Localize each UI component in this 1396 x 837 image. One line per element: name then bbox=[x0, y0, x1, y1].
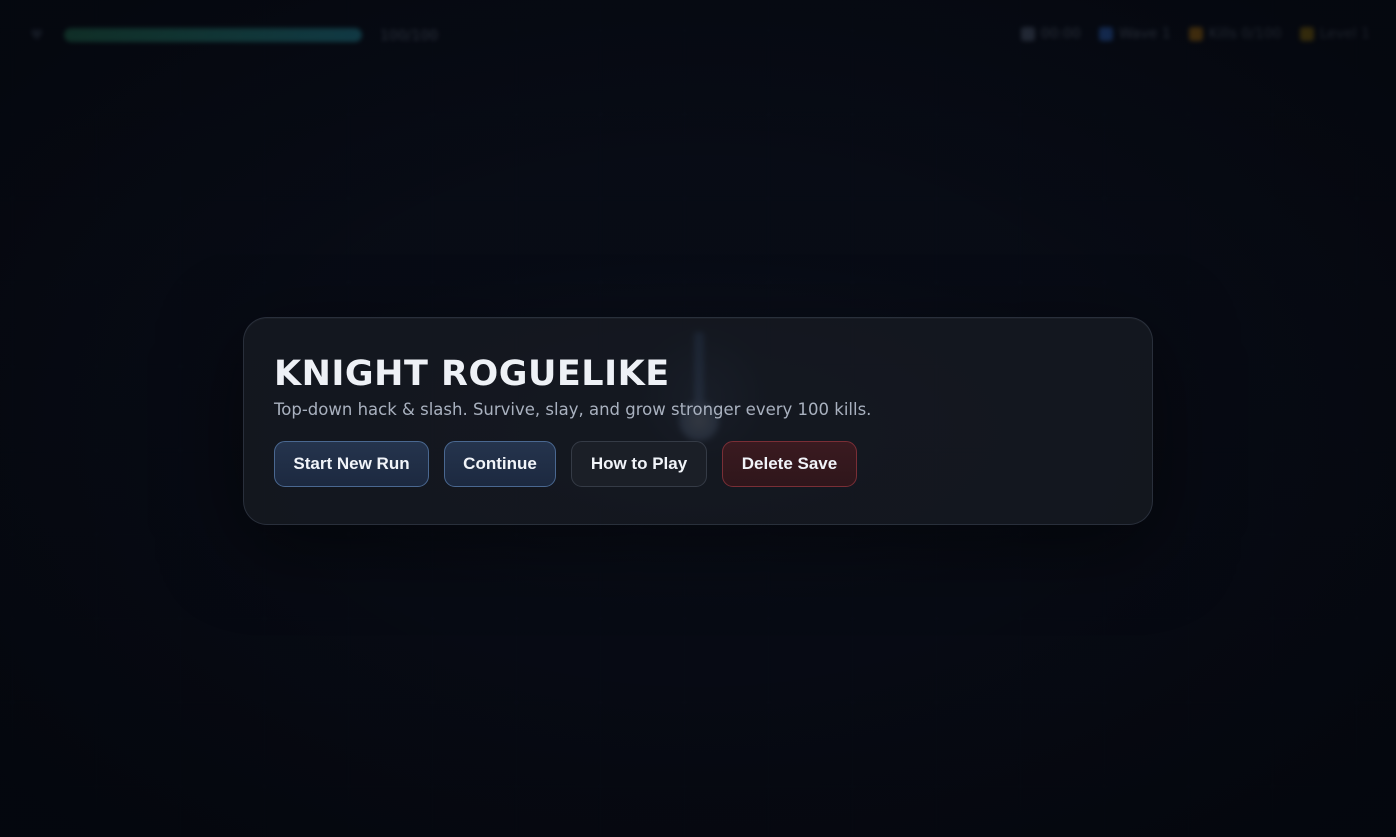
main-menu-panel: KNIGHT ROGUELIKE Top-down hack & slash. … bbox=[243, 317, 1153, 525]
menu-buttons: Start New Run Continue How to Play Delet… bbox=[274, 441, 1122, 487]
start-new-run-button[interactable]: Start New Run bbox=[274, 441, 429, 487]
hud-stats: 00:00 Wave 1 Kills 0/100 Level 1 bbox=[1020, 26, 1370, 42]
stat-kills: Kills 0/100 bbox=[1188, 26, 1282, 42]
how-to-play-button[interactable]: How to Play bbox=[571, 441, 707, 487]
wave-icon bbox=[1098, 27, 1113, 41]
sword-icon bbox=[1188, 27, 1203, 41]
stat-wave-value: Wave 1 bbox=[1118, 26, 1171, 42]
delete-save-button[interactable]: Delete Save bbox=[722, 441, 857, 487]
game-subtitle: Top-down hack & slash. Survive, slay, an… bbox=[274, 400, 872, 419]
health-bar bbox=[64, 28, 362, 42]
stat-time-value: 00:00 bbox=[1040, 26, 1081, 42]
health-bar-fill bbox=[64, 28, 362, 42]
clock-icon bbox=[1020, 27, 1035, 41]
stat-kills-value: Kills 0/100 bbox=[1208, 26, 1282, 42]
stat-time: 00:00 bbox=[1020, 26, 1081, 42]
health-text: 100/100 bbox=[380, 28, 439, 44]
heart-icon: ♥ bbox=[30, 26, 44, 44]
stat-level-value: Level 1 bbox=[1319, 26, 1370, 42]
star-icon bbox=[1299, 27, 1314, 41]
continue-button[interactable]: Continue bbox=[444, 441, 556, 487]
hud-bar: ♥ 100/100 00:00 Wave 1 Kills 0/100 Level… bbox=[0, 0, 1396, 72]
stat-level: Level 1 bbox=[1299, 26, 1370, 42]
game-title: KNIGHT ROGUELIKE bbox=[274, 354, 670, 394]
stat-wave: Wave 1 bbox=[1098, 26, 1171, 42]
game-stage[interactable]: ♥ 100/100 00:00 Wave 1 Kills 0/100 Level… bbox=[0, 0, 1396, 837]
